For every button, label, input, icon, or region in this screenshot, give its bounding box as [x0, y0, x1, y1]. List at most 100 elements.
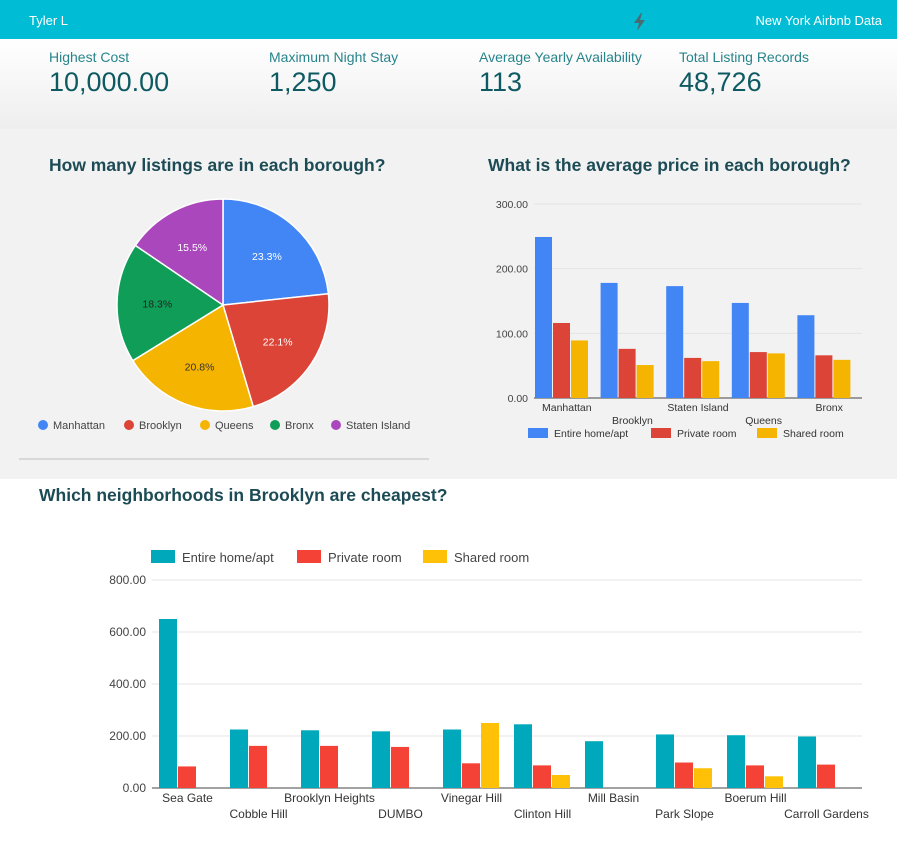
legend-label-shared-room[interactable]: Shared room: [454, 550, 529, 565]
slice-label: 22.1%: [263, 336, 293, 348]
legend-swatch: [423, 550, 447, 563]
x-tick-label: Sea Gate: [162, 791, 213, 805]
kpi-total-records: Total Listing Records 48,726: [679, 49, 809, 98]
x-tick-label: Carroll Gardens: [784, 807, 869, 821]
kpi-value: 1,250: [269, 67, 337, 97]
kpi-avg-availability: Average Yearly Availability 113: [479, 49, 642, 98]
legend-item-staten-island[interactable]: Staten Island: [331, 420, 410, 432]
bar-manhattan-private-room[interactable]: [553, 322, 570, 398]
bar-manhattan-entire-home-apt[interactable]: [535, 236, 552, 398]
bar-clinton-hill-private-room[interactable]: [533, 765, 551, 788]
legend-label-private-room[interactable]: Private room: [328, 550, 402, 565]
bar-queens-private-room[interactable]: [749, 352, 767, 398]
bar-brooklyn-private-room[interactable]: [618, 348, 636, 398]
legend-swatch: [151, 550, 175, 563]
bar-mill-basin-entire-home-apt[interactable]: [585, 741, 603, 788]
bar-park-slope-private-room[interactable]: [675, 762, 693, 788]
bar-dumbo-private-room[interactable]: [391, 746, 409, 788]
borough-price-chart: 0.00 100.00 200.00 300.00 Manhattan Brooklyn S…: [496, 199, 862, 440]
bar-bronx-entire-home-apt[interactable]: [797, 315, 815, 398]
bar-manhattan-shared-room[interactable]: [571, 340, 588, 398]
y-tick-label: 300.00: [496, 199, 528, 211]
x-tick-label: Brooklyn: [612, 415, 653, 427]
legend-label: Bronx: [285, 420, 314, 432]
top-bar: Tyler L New York Airbnb Data: [0, 0, 897, 39]
legend-label: Manhattan: [53, 420, 105, 432]
x-tick-label: Mill Basin: [588, 791, 639, 805]
bar-boerum-hill-private-room[interactable]: [746, 765, 764, 788]
legend-label-shared-room[interactable]: Shared room: [783, 428, 844, 440]
brooklyn-neighborhood-chart: 0.00 200.00 400.00 600.00 800.00 Sea Gate Cobb…: [109, 550, 869, 821]
bar-brooklyn-heights-entire-home-apt[interactable]: [301, 730, 319, 788]
bar-vinegar-hill-private-room[interactable]: [462, 763, 480, 788]
x-tick-label: Bronx: [815, 402, 843, 414]
brooklyn-chart-title: Which neighborhoods in Brooklyn are chea…: [39, 485, 448, 505]
x-tick-label: Vinegar Hill: [441, 791, 502, 805]
pie-chart: 23.3% 22.1% 20.8% 18.3% 15.5%: [116, 198, 330, 412]
bar-carroll-gardens-private-room[interactable]: [817, 764, 835, 788]
bar-brooklyn-heights-private-room[interactable]: [320, 745, 338, 788]
bar-staten-island-shared-room[interactable]: [702, 361, 720, 398]
bar-boerum-hill-entire-home-apt[interactable]: [727, 735, 745, 788]
bar-boerum-hill-shared-room[interactable]: [765, 776, 783, 788]
y-tick-label: 200.00: [109, 729, 146, 743]
y-tick-label: 200.00: [496, 264, 528, 276]
bar-brooklyn-shared-room[interactable]: [636, 365, 654, 398]
legend-label: Staten Island: [346, 420, 411, 432]
bar-vinegar-hill-entire-home-apt[interactable]: [443, 729, 461, 789]
bar-queens-entire-home-apt[interactable]: [731, 302, 749, 398]
bar-bronx-private-room[interactable]: [815, 355, 833, 398]
legend-item-brooklyn[interactable]: Brooklyn: [124, 420, 182, 432]
slice-label: 18.3%: [142, 299, 172, 311]
legend-swatch: [528, 428, 548, 438]
legend-label-entire-home-apt[interactable]: Entire home/apt: [182, 550, 274, 565]
bar-clinton-hill-entire-home-apt[interactable]: [514, 724, 532, 788]
y-tick-label: 0.00: [508, 393, 529, 405]
legend-swatch: [757, 428, 777, 438]
bar-sea-gate-private-room[interactable]: [178, 766, 196, 788]
legend-label-entire-home-apt[interactable]: Entire home/apt: [554, 428, 628, 440]
y-tick-label: 400.00: [109, 677, 146, 691]
bar-queens-shared-room[interactable]: [767, 353, 785, 398]
legend-label-private-room[interactable]: Private room: [677, 428, 737, 440]
legend-dot: [331, 420, 341, 430]
bar-dumbo-entire-home-apt[interactable]: [372, 731, 390, 788]
slice-label: 15.5%: [177, 242, 207, 254]
bar-cobble-hill-private-room[interactable]: [249, 745, 267, 788]
bar-carroll-gardens-entire-home-apt[interactable]: [798, 736, 816, 788]
kpi-label: Total Listing Records: [679, 49, 809, 65]
bar-staten-island-entire-home-apt[interactable]: [666, 286, 684, 398]
bar-vinegar-hill-shared-room[interactable]: [481, 723, 499, 788]
y-tick-label: 100.00: [496, 328, 528, 340]
bolt-icon[interactable]: [633, 13, 647, 36]
x-tick-label: Clinton Hill: [514, 807, 571, 821]
bar-clinton-hill-shared-room[interactable]: [552, 775, 570, 788]
legend-item-manhattan[interactable]: Manhattan: [38, 420, 105, 432]
kpi-label: Average Yearly Availability: [479, 49, 642, 65]
y-tick-label: 800.00: [109, 573, 146, 587]
kpi-label: Maximum Night Stay: [269, 49, 399, 65]
kpi-highest-cost: Highest Cost 10,000.00: [49, 49, 169, 98]
pie-chart-title: How many listings are in each borough?: [49, 155, 386, 175]
kpi-value: 10,000.00: [49, 67, 170, 97]
slice-label: 23.3%: [252, 251, 282, 263]
x-tick-label: DUMBO: [378, 807, 423, 821]
bar-brooklyn-entire-home-apt[interactable]: [600, 282, 618, 398]
legend-swatch: [651, 428, 671, 438]
bar-sea-gate-entire-home-apt[interactable]: [159, 619, 177, 788]
x-tick-label: Staten Island: [667, 402, 728, 414]
legend-dot: [38, 420, 48, 430]
bar-park-slope-entire-home-apt[interactable]: [656, 734, 674, 788]
slice-label: 20.8%: [185, 361, 215, 373]
legend-item-bronx[interactable]: Bronx: [270, 420, 314, 432]
x-tick-label: Park Slope: [655, 807, 714, 821]
bar-cobble-hill-entire-home-apt[interactable]: [230, 729, 248, 789]
legend-item-queens[interactable]: Queens: [200, 420, 254, 432]
bar-staten-island-private-room[interactable]: [684, 357, 702, 398]
legend-dot: [200, 420, 210, 430]
bar-park-slope-shared-room[interactable]: [694, 768, 712, 788]
bar-bronx-shared-room[interactable]: [833, 359, 851, 398]
x-tick-label: Manhattan: [542, 402, 592, 414]
kpi-max-night-stay: Maximum Night Stay 1,250: [269, 49, 398, 98]
x-tick-label: Brooklyn Heights: [284, 791, 375, 805]
